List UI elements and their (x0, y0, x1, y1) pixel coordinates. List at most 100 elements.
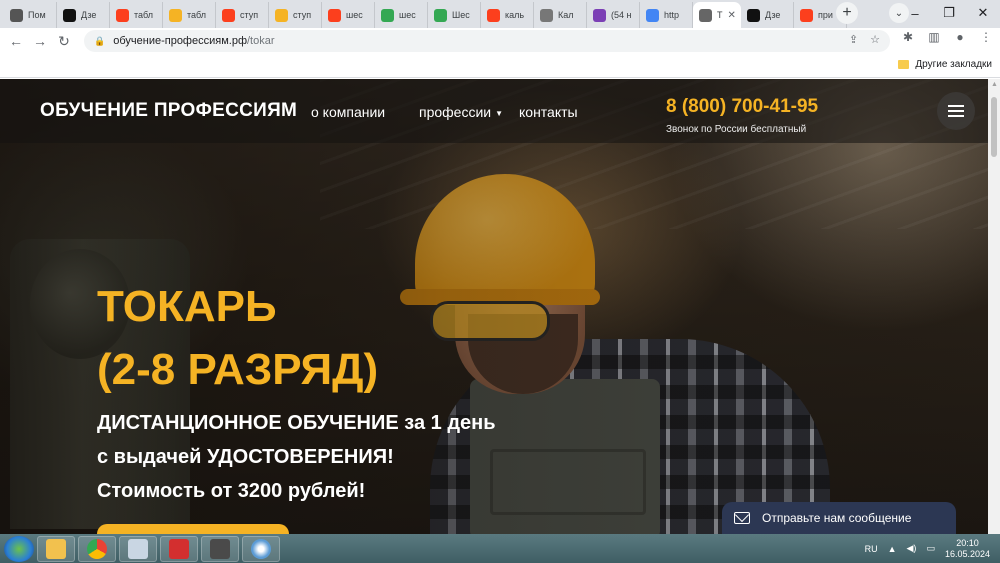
browser-tab[interactable]: шес (375, 2, 428, 28)
tab-label: Т (717, 10, 723, 20)
calculator-icon (540, 8, 553, 22)
lock-icon[interactable]: 🔒 (94, 36, 105, 47)
yandex-icon (222, 8, 235, 22)
bookmark-star-icon[interactable]: ☆ (870, 33, 880, 46)
image-icon (169, 8, 182, 22)
close-tab-icon[interactable]: ✕ (728, 10, 736, 21)
window-controls: – ❐ ✕ (898, 0, 1000, 26)
caret-down-icon: ▼ (495, 108, 504, 118)
hero-price-line: Стоимость от 3200 рублей! (97, 480, 366, 502)
tab-label: каль (505, 10, 525, 20)
hero-cta-button[interactable] (97, 524, 289, 534)
taskbar-chrome[interactable] (78, 535, 116, 562)
browser-tab[interactable]: каль (481, 2, 534, 28)
browser-tab[interactable]: Т ✕ (693, 2, 741, 28)
taskbar-paint[interactable] (242, 535, 280, 562)
tab-label: http (664, 10, 680, 20)
share-icon[interactable]: ⇪ (849, 33, 858, 46)
calculator-icon (210, 538, 230, 559)
reload-icon[interactable]: ↻ (52, 33, 76, 50)
windows-taskbar: RU ▲ ◀) ▭ 20:10 16.05.2024 (0, 534, 1000, 563)
browser-tab[interactable]: табл (110, 2, 163, 28)
page-scrollbar[interactable]: ▲ (988, 79, 1000, 534)
nav-professions-label: профессии (419, 104, 492, 120)
taskbar-autocad[interactable] (160, 535, 198, 562)
browser-tab[interactable]: Пом (4, 2, 57, 28)
hero-subtitle-line1: ДИСТАНЦИОННОЕ ОБУЧЕНИЕ за 1 день (97, 412, 496, 434)
chat-widget-label: Отправьте нам сообщение (762, 511, 912, 525)
browser-tab[interactable]: табл (163, 2, 216, 28)
folder-icon (46, 538, 66, 559)
system-tray: RU ▲ ◀) ▭ 20:10 16.05.2024 (865, 534, 990, 563)
folder-icon (898, 60, 910, 69)
browser-tab[interactable]: (54 н (587, 2, 640, 28)
start-button[interactable] (4, 535, 34, 562)
tray-expand-icon[interactable]: ▲ (888, 544, 897, 554)
browser-tab[interactable]: Шес (428, 2, 481, 28)
chat-widget[interactable]: Отправьте нам сообщение (722, 502, 956, 534)
side-panel-icon[interactable]: ▥ (926, 30, 942, 44)
browser-tab[interactable]: Дзе (741, 2, 794, 28)
dzen-icon (747, 8, 760, 22)
page-viewport: ОБУЧЕНИЕ ПРОФЕССИЯМ о компании профессии… (0, 79, 988, 534)
google-icon (646, 8, 659, 22)
language-indicator[interactable]: RU (865, 544, 878, 554)
nav-professions[interactable]: профессии ▼ (419, 104, 503, 120)
nav-about[interactable]: о компании (311, 104, 385, 120)
site-header: ОБУЧЕНИЕ ПРОФЕССИЯМ о компании профессии… (0, 79, 988, 143)
clock[interactable]: 20:10 16.05.2024 (945, 538, 990, 560)
tab-label: (54 н (611, 10, 632, 20)
clock-date: 16.05.2024 (944, 548, 990, 559)
yandex-icon (116, 8, 129, 22)
taskbar-calculator[interactable] (119, 535, 157, 562)
other-bookmarks-folder[interactable]: Другие закладки (898, 59, 992, 70)
dots-icon (434, 8, 447, 22)
browser-tab[interactable]: ступ (269, 2, 322, 28)
scrollbar-thumb[interactable] (991, 97, 997, 157)
url-path: /tokar (247, 35, 275, 47)
image-icon (275, 8, 288, 22)
browser-tab[interactable]: http (640, 2, 693, 28)
tab-label: Дзе (81, 10, 97, 20)
menu-kebab-icon[interactable]: ⋮ (978, 30, 994, 44)
hamburger-menu-icon[interactable] (937, 92, 975, 130)
address-bar[interactable]: 🔒 обучение-профессиям.рф/tokar ⇪ ☆ (84, 30, 890, 52)
forward-icon[interactable]: → (28, 33, 52, 49)
extensions-icon[interactable]: ✱ (900, 30, 916, 44)
bookmarks-bar: Другие закладки (0, 54, 1000, 78)
profile-icon[interactable]: ● (952, 30, 968, 44)
hero-subtitle-line2: с выдачей УДОСТОВЕРЕНИЯ! (97, 446, 394, 468)
maximize-icon[interactable]: ❐ (932, 5, 966, 21)
tab-label: при (818, 10, 833, 20)
autocad-icon (169, 538, 189, 559)
folder-label: Другие закладки (915, 59, 992, 70)
site-logo[interactable]: ОБУЧЕНИЕ ПРОФЕССИЯМ (40, 100, 297, 122)
volume-icon[interactable]: ◀) (907, 543, 917, 554)
phone-note: Звонок по России бесплатный (666, 124, 807, 135)
tab-label: Пом (28, 10, 46, 20)
tab-label: шес (399, 10, 416, 20)
browser-tab[interactable]: Дзе (57, 2, 110, 28)
browser-tab[interactable]: ступ (216, 2, 269, 28)
network-icon[interactable]: ▭ (926, 543, 935, 554)
nav-contacts[interactable]: контакты (519, 104, 578, 120)
url-host: обучение-профессиям.рф (113, 35, 247, 47)
scroll-up-icon[interactable]: ▲ (991, 81, 998, 88)
browser-tab[interactable]: Кал (534, 2, 587, 28)
dzen-icon (63, 8, 76, 22)
yandex-icon (328, 8, 341, 22)
yandex-icon (800, 8, 813, 22)
browser-tab[interactable]: шес (322, 2, 375, 28)
minimize-icon[interactable]: – (898, 6, 932, 21)
yandex-icon (487, 8, 500, 22)
new-tab-button[interactable]: + (836, 2, 858, 24)
dots-icon (381, 8, 394, 22)
calculator-icon (128, 538, 148, 559)
close-window-icon[interactable]: ✕ (966, 5, 1000, 21)
hero-title-line2: (2-8 РАЗРЯД) (97, 345, 379, 394)
truck-icon (10, 8, 23, 22)
back-icon[interactable]: ← (4, 33, 28, 49)
taskbar-explorer[interactable] (37, 535, 75, 562)
taskbar-calculator-2[interactable] (201, 535, 239, 562)
phone-number[interactable]: 8 (800) 700-41-95 (666, 96, 818, 118)
